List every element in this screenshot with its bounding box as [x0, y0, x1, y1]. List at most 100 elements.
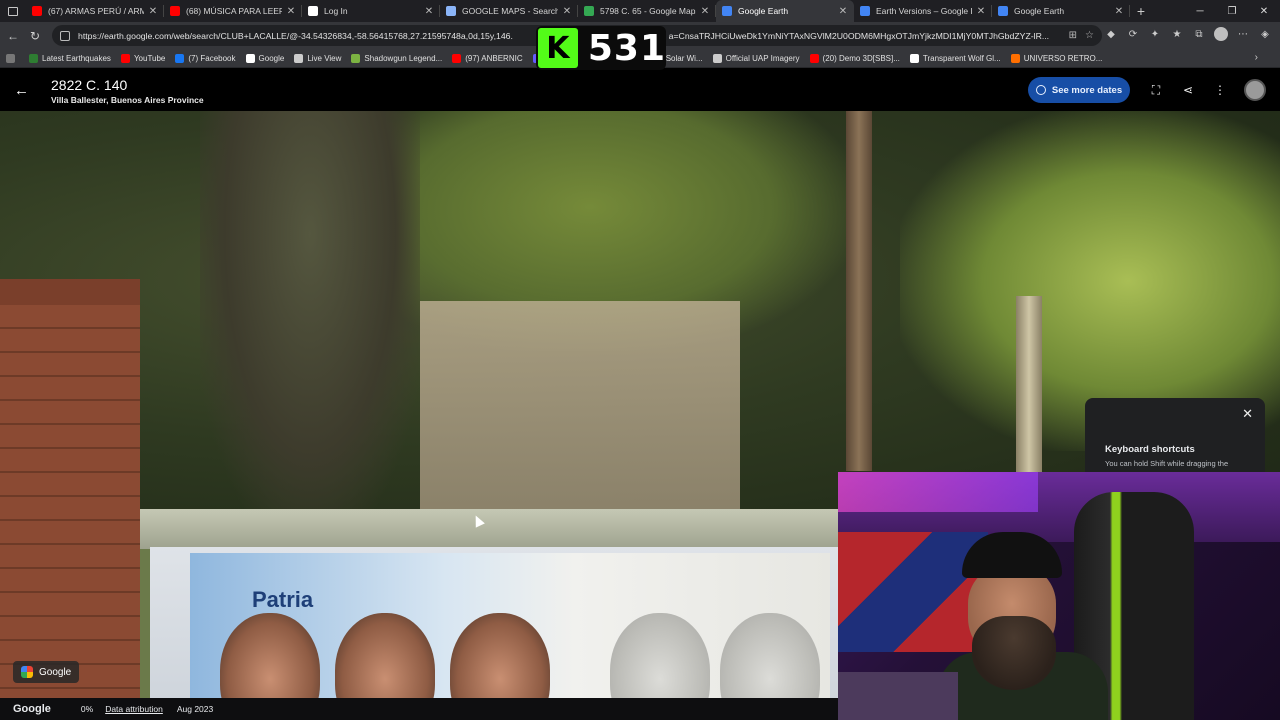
share-icon[interactable]: ⋖ [1180, 82, 1196, 98]
brick-pillar-cap [0, 279, 140, 305]
tab-favicon-icon [446, 6, 456, 16]
browser-tab[interactable]: GOOGLE MAPS - Search ✕ [440, 0, 578, 22]
site-info-icon[interactable] [60, 30, 70, 41]
bookmark-label: Official UAP Imagery [725, 53, 800, 63]
campaign-mural: Patria [190, 553, 830, 698]
favorites-icon[interactable]: ★ [1170, 27, 1184, 41]
browser-tab[interactable]: Google Earth ✕ [716, 0, 854, 22]
fullscreen-icon[interactable]: ⛶ [1148, 82, 1164, 98]
back-icon[interactable]: ← [2, 29, 24, 43]
bookmark-favicon-icon [351, 53, 361, 63]
bookmark-star-icon[interactable]: ☆ [1085, 30, 1094, 41]
bookmark-item[interactable]: (97) ANBERNIC [452, 53, 523, 63]
bookmark-item[interactable]: Shadowgun Legend... [351, 53, 442, 63]
bookmark-favicon-icon [809, 53, 819, 63]
browser-tab[interactable]: (67) ARMAS PERÚ / ARMAS ✕ [26, 0, 164, 22]
tab-close-icon[interactable]: ✕ [286, 6, 296, 17]
bookmark-item[interactable]: Official UAP Imagery [712, 53, 800, 63]
bookmark-item[interactable]: Google [245, 53, 285, 63]
bookmark-item[interactable]: (7) Facebook [175, 53, 236, 63]
menu-dots-icon[interactable]: ⋯ [1236, 27, 1250, 41]
tab-close-icon[interactable]: ✕ [838, 6, 848, 17]
bookmark-favicon-icon [175, 53, 185, 63]
bookmark-label: YouTube [133, 53, 166, 63]
wall-top [140, 509, 840, 549]
tab-title: Log In [324, 6, 348, 16]
place-subtitle: Villa Ballester, Buenos Aires Province [51, 95, 204, 105]
palm-tree [200, 111, 420, 521]
bookmark-label: Latest Earthquakes [42, 53, 111, 63]
webcam-feed [838, 472, 1280, 720]
bookmark-favicon-icon [120, 53, 130, 63]
streamer-cap [962, 532, 1062, 578]
extensions-area: ◆ ⟳ ✦ ★ ⧉ ⋯ ◈ [1104, 27, 1272, 41]
webcam-led-light [838, 472, 1038, 512]
data-attribution-link[interactable]: Data attribution [105, 704, 163, 714]
more-options-icon[interactable]: ⋮ [1212, 82, 1228, 98]
bookmark-item[interactable]: YouTube [120, 53, 166, 63]
tab-favicon-icon [32, 6, 42, 16]
tab-close-icon[interactable]: ✕ [976, 6, 986, 17]
tab-close-icon[interactable]: ✕ [1114, 6, 1124, 17]
bookmark-favicon-icon [712, 53, 722, 63]
reload-icon[interactable]: ↻ [24, 29, 46, 43]
refresh-extension-icon[interactable]: ⟳ [1126, 27, 1140, 41]
apps-icon[interactable] [6, 53, 19, 63]
extension-icon[interactable]: ◆ [1104, 27, 1118, 41]
tab-close-icon[interactable]: ✕ [562, 6, 572, 17]
browser-tab[interactable]: (68) MÚSICA PARA LEER ✕ [164, 0, 302, 22]
close-icon[interactable]: ✕ [1242, 406, 1253, 422]
streamer [938, 532, 1108, 720]
collections-icon[interactable]: ⧉ [1192, 27, 1206, 41]
tab-favicon-icon [860, 6, 870, 16]
bookmark-item[interactable]: Latest Earthquakes [29, 53, 111, 63]
earth-header: ← 2822 C. 140 Villa Ballester, Buenos Ai… [0, 69, 1280, 111]
tab-title: Google Earth [1014, 6, 1065, 16]
tab-close-icon[interactable]: ✕ [424, 6, 434, 17]
see-more-dates-button[interactable]: See more dates [1028, 77, 1130, 103]
back-arrow-icon[interactable]: ← [14, 82, 29, 99]
tab-favicon-icon [584, 6, 594, 16]
mural-face-faded [720, 613, 820, 698]
maximize-icon[interactable]: ❐ [1216, 0, 1248, 22]
browser-tab[interactable]: Log In ✕ [302, 0, 440, 22]
tab-title: 5798 C. 65 - Google Maps [600, 6, 696, 16]
browser-tab[interactable]: 5798 C. 65 - Google Maps ✕ [578, 0, 716, 22]
bookmark-favicon-icon [294, 53, 304, 63]
puzzle-icon[interactable]: ✦ [1148, 27, 1162, 41]
building-wall [420, 301, 740, 521]
google-badge[interactable]: Google [13, 661, 80, 683]
tab-close-icon[interactable]: ✕ [700, 6, 710, 17]
tab-favicon-icon [170, 6, 180, 16]
tab-search-icon[interactable] [0, 0, 26, 22]
browser-tab[interactable]: Earth Versions – Google Ear ✕ [854, 0, 992, 22]
install-icon[interactable]: ⊞ [1069, 30, 1077, 41]
new-tab-button[interactable]: + [1130, 3, 1152, 19]
tab-title: GOOGLE MAPS - Search [462, 6, 558, 16]
tree-trunk [846, 111, 872, 471]
browser-tab[interactable]: Google Earth ✕ [992, 0, 1130, 22]
tab-close-icon[interactable]: ✕ [148, 6, 158, 17]
mural-face [220, 613, 320, 698]
close-window-icon[interactable]: ✕ [1248, 0, 1280, 22]
bookmark-item[interactable]: UNIVERSO RETRO... [1010, 53, 1103, 63]
webcam-desk [838, 672, 958, 720]
bookmark-label: UNIVERSO RETRO... [1023, 53, 1103, 63]
bookmark-favicon-icon [452, 53, 462, 63]
minimize-icon[interactable]: ─ [1184, 0, 1216, 22]
profile-avatar[interactable] [1214, 27, 1228, 41]
bookmark-item[interactable]: Live View [294, 53, 341, 63]
account-avatar[interactable] [1244, 79, 1266, 101]
bookmark-item[interactable]: Transparent Wolf Gl... [909, 53, 1001, 63]
place-title: 2822 C. 140 [51, 77, 128, 93]
bookmark-favicon-icon [909, 53, 919, 63]
bookmark-item[interactable]: (20) Demo 3D[SBS]... [809, 53, 900, 63]
window-controls: ─ ❐ ✕ [1184, 0, 1280, 22]
bookmark-label: (97) ANBERNIC [465, 53, 523, 63]
bookmark-label: Google [258, 53, 285, 63]
see-more-dates-label: See more dates [1051, 84, 1123, 96]
google-badge-label: Google [39, 666, 72, 678]
copilot-icon[interactable]: ◈ [1258, 27, 1272, 41]
more-bookmarks-icon[interactable]: › [1255, 52, 1258, 63]
streamer-beard [972, 616, 1056, 690]
